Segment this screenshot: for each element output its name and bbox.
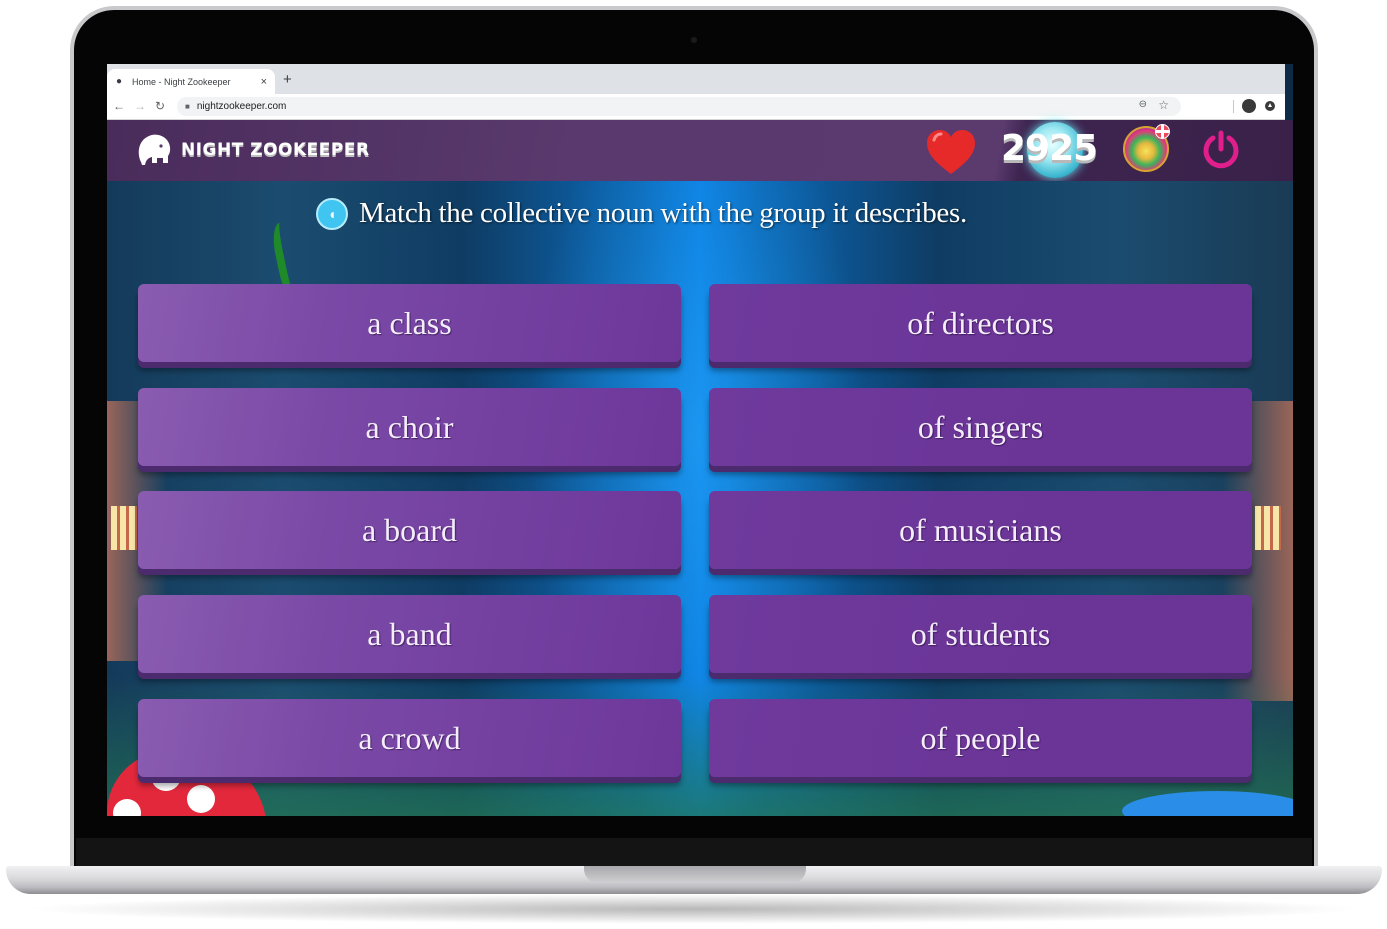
laptop-notch	[584, 866, 806, 883]
right-card-label: of singers	[917, 408, 1044, 445]
logo-text: NIGHT ZOOKEEPER	[181, 140, 370, 160]
tab-bar: ● Home - Night Zookeeper × +	[107, 64, 1285, 94]
question-text: Match the collective noun with the group…	[359, 197, 967, 229]
tab-title: Home - Night Zookeeper	[132, 76, 231, 87]
right-card-label: of people	[920, 719, 1041, 756]
url-field[interactable]: ■ nightzookeeper.com ⊖ ☆	[177, 97, 1181, 116]
profile-avatar-icon[interactable]	[1242, 99, 1256, 113]
mushroom-spot	[187, 785, 215, 813]
left-card[interactable]: a board	[138, 491, 681, 569]
forward-icon[interactable]: →	[134, 99, 146, 113]
right-card[interactable]: of people	[709, 699, 1252, 777]
right-card[interactable]: of musicians	[709, 491, 1252, 569]
extension-icon[interactable]	[1265, 101, 1275, 111]
camera	[691, 37, 697, 43]
right-card[interactable]: of students	[709, 595, 1252, 673]
left-card[interactable]: a band	[138, 595, 681, 673]
laptop-shadow	[20, 894, 1367, 924]
left-card[interactable]: a class	[138, 284, 681, 362]
lock-icon: ■	[185, 102, 190, 111]
mushroom-spot	[113, 799, 141, 816]
right-card-label: of students	[910, 615, 1051, 652]
game-stage: ◖ Match the collective noun with the gro…	[107, 181, 1293, 816]
right-card-label: of musicians	[899, 511, 1062, 548]
elephant-favicon-icon: ●	[116, 75, 123, 87]
lantern-right	[1255, 506, 1281, 550]
toolbar-divider	[1233, 100, 1234, 113]
screen: ● Home - Night Zookeeper × + ← → ↻ ■ nig…	[107, 64, 1293, 816]
bookmark-star-icon[interactable]: ☆	[1158, 98, 1169, 112]
zoom-icon[interactable]: ⊖	[1139, 99, 1147, 110]
right-card[interactable]: of singers	[709, 388, 1252, 466]
new-tab-button[interactable]: +	[283, 71, 292, 88]
heart-lives-icon	[927, 130, 975, 174]
lantern-left	[111, 506, 137, 550]
left-card-label: a band	[367, 615, 452, 652]
score-counter: 2925	[1001, 128, 1098, 169]
audio-speaker-button[interactable]: ◖	[316, 197, 348, 230]
power-logout-icon[interactable]	[1200, 129, 1242, 171]
reload-icon[interactable]: ↻	[155, 99, 165, 113]
right-card[interactable]: of directors	[709, 284, 1252, 362]
right-card-label: of directors	[907, 304, 1054, 341]
elephant-logo-icon	[138, 134, 171, 165]
speaker-icon: ◖	[327, 205, 337, 222]
question-prompt: ◖ Match the collective noun with the gro…	[316, 197, 967, 230]
browser-tab[interactable]: ● Home - Night Zookeeper ×	[107, 69, 275, 94]
left-card[interactable]: a crowd	[138, 699, 681, 777]
left-card-label: a crowd	[358, 719, 461, 756]
game-header: NIGHT ZOOKEEPER 2925	[107, 120, 1293, 181]
address-bar: ← → ↻ ■ nightzookeeper.com ⊖ ☆	[107, 94, 1285, 120]
url-text: nightzookeeper.com	[196, 101, 287, 112]
uk-flag-badge-icon	[1155, 124, 1170, 139]
close-tab-icon[interactable]: ×	[261, 76, 267, 88]
back-icon[interactable]: ←	[113, 99, 125, 113]
left-card-label: a choir	[365, 408, 454, 445]
left-card[interactable]: a choir	[138, 388, 681, 466]
laptop-chin	[76, 838, 1312, 868]
left-card-label: a board	[361, 511, 458, 548]
left-card-label: a class	[367, 304, 452, 341]
